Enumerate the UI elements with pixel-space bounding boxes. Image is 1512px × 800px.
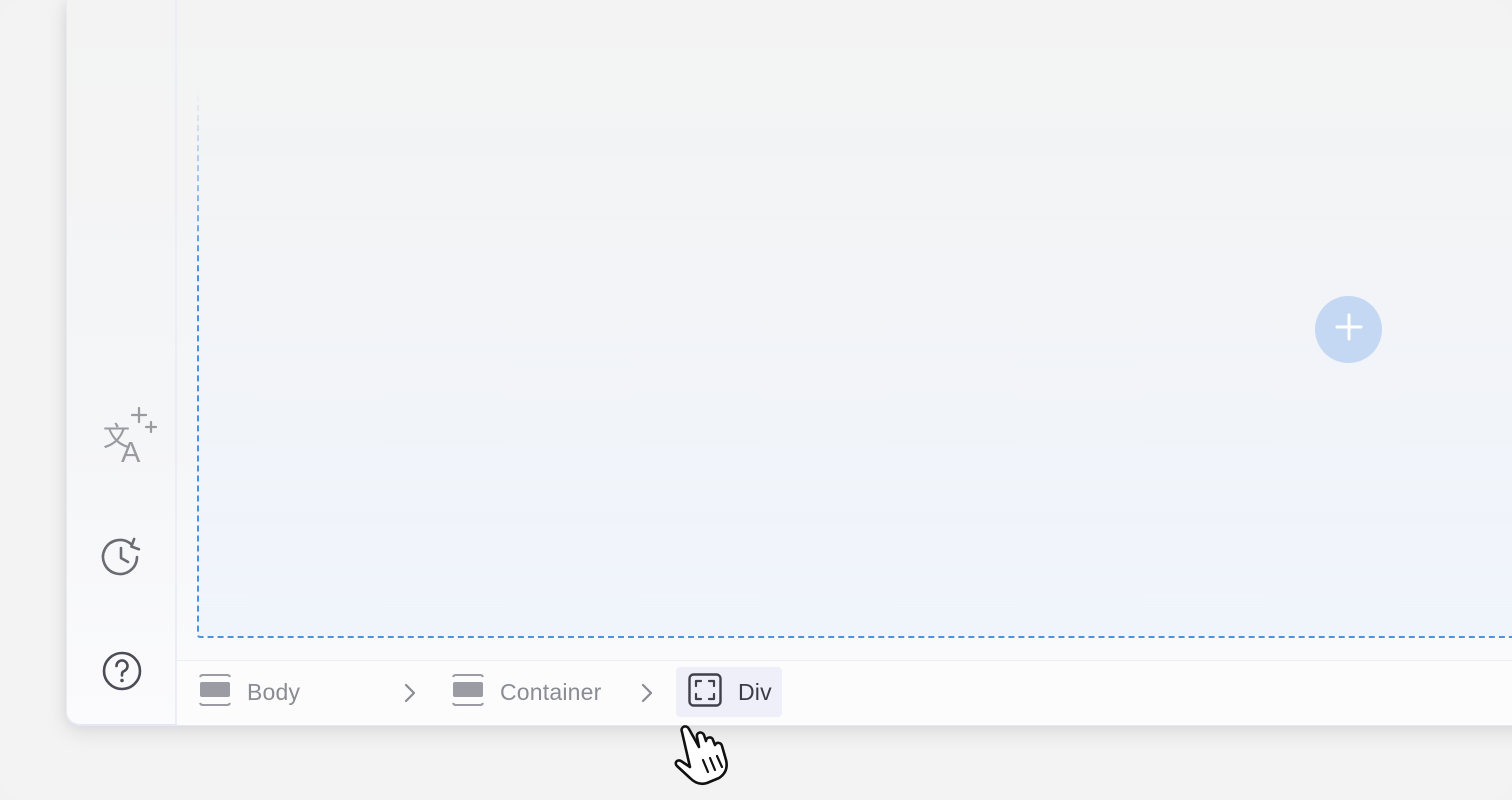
breadcrumb-label: Body bbox=[247, 678, 301, 705]
svg-text:A: A bbox=[121, 437, 141, 466]
selected-div-outline[interactable] bbox=[197, 90, 1512, 638]
breadcrumb-item-body[interactable]: Body bbox=[199, 667, 300, 717]
translate-ai-icon[interactable]: 文 A bbox=[101, 404, 161, 466]
design-canvas[interactable] bbox=[177, 0, 1512, 660]
layout-section-icon bbox=[199, 673, 231, 711]
app-background: 文 A Body Container Div bbox=[0, 0, 1512, 800]
plus-icon bbox=[1334, 312, 1364, 347]
left-sidebar: 文 A bbox=[67, 0, 177, 724]
chevron-right-icon bbox=[403, 682, 417, 709]
breadcrumb-label: Div bbox=[738, 678, 772, 705]
chevron-right-icon bbox=[640, 682, 654, 709]
breadcrumb-label: Container bbox=[500, 678, 602, 705]
breadcrumb: Body Container Div bbox=[177, 660, 1512, 725]
editor-window: 文 A Body Container Div bbox=[66, 0, 1512, 726]
hand-pointer-cursor-icon bbox=[668, 714, 740, 791]
div-frame-icon bbox=[688, 672, 722, 712]
history-icon[interactable] bbox=[101, 537, 145, 579]
breadcrumb-item-div[interactable]: Div bbox=[676, 667, 782, 717]
layout-section-icon bbox=[452, 673, 484, 711]
breadcrumb-item-container[interactable]: Container bbox=[452, 667, 602, 717]
add-element-button[interactable] bbox=[1315, 296, 1382, 363]
help-icon[interactable] bbox=[101, 650, 143, 692]
